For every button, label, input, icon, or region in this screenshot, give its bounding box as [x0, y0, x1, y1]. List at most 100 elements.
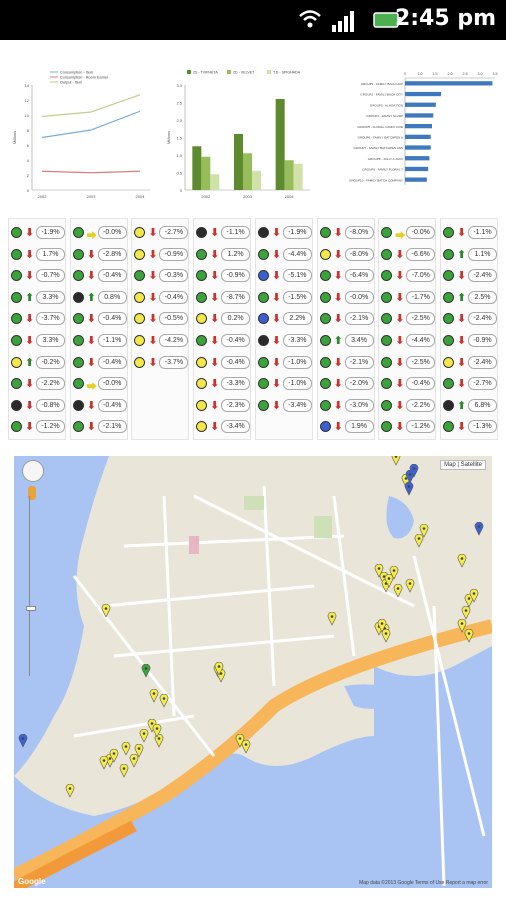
zoom-slider[interactable]	[26, 496, 36, 676]
indicator-cell[interactable]: ⬇ -2.4%	[443, 268, 497, 284]
indicator-cell[interactable]: ⬇ -5.1%	[257, 268, 312, 284]
map-pin-icon[interactable]	[469, 589, 479, 603]
indicator-cell[interactable]: ⬇ 1.2%	[196, 247, 251, 263]
indicator-cell[interactable]: ⬇ -1.2%	[381, 419, 436, 435]
indicator-cell[interactable]: ⬇ 1.9%	[319, 419, 374, 435]
indicator-cell[interactable]: ⬇ -1.0%	[257, 376, 312, 392]
map-pin-icon[interactable]	[327, 612, 337, 626]
indicator-cell[interactable]: ⬇ -7.0%	[381, 268, 436, 284]
indicator-cell[interactable]: ⬇ -0.4%	[72, 398, 127, 414]
map-pin-icon[interactable]	[101, 604, 111, 618]
indicator-cell[interactable]: ⮕ -0.0%	[381, 225, 436, 242]
indicator-cell[interactable]: ⬇ -3.3%	[196, 376, 251, 392]
indicator-cell[interactable]: ⬇ -2.5%	[381, 311, 436, 327]
indicator-cell[interactable]: ⬆ 6.8%	[443, 398, 497, 414]
indicator-cell[interactable]: ⬇ -2.2%	[11, 376, 65, 392]
indicator-cell[interactable]: ⬇ -2.2%	[381, 398, 436, 414]
indicator-cell[interactable]: ⬇ 2.2%	[257, 311, 312, 327]
indicator-cell[interactable]: ⬆ 1.1%	[443, 247, 497, 263]
indicator-cell[interactable]: ⬇ -1.0%	[257, 355, 312, 371]
indicator-cell[interactable]: ⬇ -0.0%	[319, 290, 374, 306]
indicator-cell[interactable]: ⬇ -2.8%	[72, 247, 127, 263]
map-pin-icon[interactable]	[474, 522, 484, 536]
indicator-cell[interactable]: ⬇ -0.4%	[381, 376, 436, 392]
indicator-cell[interactable]: ⬆ 3.4%	[319, 333, 374, 349]
map-pin-icon[interactable]	[404, 482, 414, 496]
indicator-cell[interactable]: ⬇ -4.2%	[134, 333, 189, 349]
indicator-cell[interactable]: ⬇ 0.2%	[196, 311, 251, 327]
map-pin-icon[interactable]	[461, 606, 471, 620]
indicator-cell[interactable]: ⬇ -0.5%	[134, 311, 189, 327]
indicator-cell[interactable]: ⬇ -0.4%	[196, 355, 251, 371]
indicator-cell[interactable]: ⬇ -6.4%	[319, 268, 374, 284]
map-pin-icon[interactable]	[457, 554, 467, 568]
indicator-cell[interactable]: ⬇ -2.1%	[72, 419, 127, 435]
indicator-cell[interactable]: ⬇ -3.4%	[196, 419, 251, 435]
map-pin-icon[interactable]	[18, 734, 28, 748]
indicator-cell[interactable]: ⬆ 0.8%	[72, 290, 127, 306]
zoom-slider-thumb[interactable]	[26, 606, 36, 611]
map-pin-icon[interactable]	[99, 756, 109, 770]
map-pin-icon[interactable]	[119, 764, 129, 778]
map-pin-icon[interactable]	[391, 456, 401, 466]
map-pin-icon[interactable]	[109, 749, 119, 763]
indicator-cell[interactable]: ⬇ -2.7%	[443, 376, 497, 392]
map-pin-icon[interactable]	[389, 566, 399, 580]
indicator-cell[interactable]: ⬇ -1.3%	[443, 419, 497, 435]
indicator-cell[interactable]: ⬆ -0.2%	[11, 355, 65, 371]
map-pin-icon[interactable]	[464, 629, 474, 643]
indicator-cell[interactable]: ⬇ -0.4%	[72, 311, 127, 327]
indicator-cell[interactable]: ⬇ -1.7%	[381, 290, 436, 306]
indicator-cell[interactable]: ⬇ -0.8%	[11, 398, 65, 414]
indicator-cell[interactable]: ⮕ -0.0%	[72, 376, 127, 393]
map-pin-icon[interactable]	[65, 784, 75, 798]
map-type-button[interactable]: Map | Satellite	[440, 460, 486, 470]
indicator-cell[interactable]: ⬇ -3.3%	[257, 333, 312, 349]
indicator-cell[interactable]: ⬇ 1.7%	[11, 247, 65, 263]
map-pin-icon[interactable]	[152, 724, 162, 738]
map-pin-icon[interactable]	[414, 534, 424, 548]
indicator-cell[interactable]: ⬇ -4.4%	[381, 333, 436, 349]
map-pin-icon[interactable]	[214, 662, 224, 676]
indicator-cell[interactable]: ⬇ -0.3%	[134, 268, 189, 284]
indicator-cell[interactable]: ⬇ -0.4%	[72, 268, 127, 284]
indicator-cell[interactable]: ⬇ -1.1%	[196, 225, 251, 241]
map-pin-icon[interactable]	[139, 729, 149, 743]
indicator-cell[interactable]: ⬆ 2.5%	[443, 290, 497, 306]
indicator-cell[interactable]: ⬇ -2.5%	[381, 355, 436, 371]
indicator-cell[interactable]: ⬆ 3.3%	[11, 290, 65, 306]
indicator-cell[interactable]: ⬇ -2.4%	[443, 355, 497, 371]
map-pin-icon[interactable]	[405, 579, 415, 593]
indicator-cell[interactable]: ⬇ -6.6%	[381, 247, 436, 263]
indicator-cell[interactable]: ⬇ -2.0%	[319, 376, 374, 392]
map-pin-icon[interactable]	[409, 464, 419, 478]
indicator-cell[interactable]: ⬇ -2.4%	[443, 311, 497, 327]
indicator-cell[interactable]: ⬇ 3.3%	[11, 333, 65, 349]
indicator-cell[interactable]: ⬇ -2.1%	[319, 355, 374, 371]
indicator-cell[interactable]: ⬇ -3.7%	[134, 355, 189, 371]
indicator-cell[interactable]: ⬇ -0.9%	[134, 247, 189, 263]
indicator-cell[interactable]: ⬇ -3.7%	[11, 311, 65, 327]
map-pin-icon[interactable]	[129, 754, 139, 768]
indicator-cell[interactable]: ⬇ -1.9%	[11, 225, 65, 241]
indicator-cell[interactable]: ⬇ -8.0%	[319, 247, 374, 263]
map-view[interactable]: Map | Satellite Google Map data ©2013 Go…	[14, 456, 492, 888]
indicator-cell[interactable]: ⬇ -3.4%	[257, 398, 312, 414]
indicator-cell[interactable]: ⬇ -0.4%	[134, 290, 189, 306]
indicator-cell[interactable]: ⬇ -0.4%	[72, 355, 127, 371]
indicator-cell[interactable]: ⬇ -2.7%	[134, 225, 189, 241]
map-footer[interactable]: Map data ©2013 Google Terms of Use Repor…	[359, 880, 488, 886]
indicator-cell[interactable]: ⬇ -8.7%	[196, 290, 251, 306]
indicator-cell[interactable]: ⬇ -4.4%	[257, 247, 312, 263]
map-pin-icon[interactable]	[241, 740, 251, 754]
map-pin-icon[interactable]	[377, 619, 387, 633]
indicator-cell[interactable]: ⬇ -0.7%	[11, 268, 65, 284]
indicator-cell[interactable]: ⬇ -1.9%	[257, 225, 312, 241]
pan-control[interactable]	[22, 460, 44, 482]
indicator-cell[interactable]: ⬇ -8.0%	[319, 225, 374, 241]
indicator-cell[interactable]: ⬇ -1.5%	[257, 290, 312, 306]
indicator-cell[interactable]: ⬇ -1.1%	[443, 225, 497, 241]
map-pin-icon[interactable]	[141, 664, 151, 678]
indicator-cell[interactable]: ⬇ -0.9%	[443, 333, 497, 349]
map-pin-icon[interactable]	[393, 584, 403, 598]
